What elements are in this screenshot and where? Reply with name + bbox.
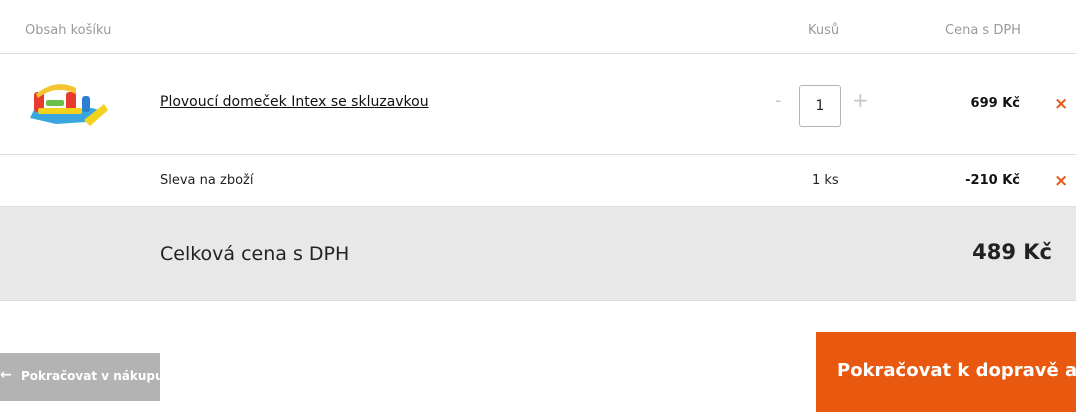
item-price: 699 Kč [970,96,1020,111]
remove-item-icon[interactable]: × [1054,95,1068,113]
discount-name: Sleva na zboží [160,173,254,188]
cart-item-row: Plovoucí domeček Intex se skluzavkou - +… [0,54,1076,155]
header-qty-label: Kusů [808,23,840,38]
increase-qty-button[interactable]: + [852,90,869,110]
remove-discount-icon[interactable]: × [1054,172,1068,190]
decrease-qty-button[interactable]: - [775,91,782,111]
quantity-input[interactable] [799,85,841,127]
total-label: Celková cena s DPH [160,243,350,265]
header-content-label: Obsah košíku [25,23,112,38]
product-name-link[interactable]: Plovoucí domeček Intex se skluzavkou [160,94,429,110]
arrow-left-icon: ← [0,367,12,383]
continue-to-shipping-button[interactable]: Pokračovat k dopravě a p [816,332,1076,412]
product-thumbnail[interactable] [26,78,108,130]
header-price-label: Cena s DPH [945,23,1021,38]
discount-qty: 1 ks [812,173,839,188]
total-price: 489 Kč [972,240,1052,264]
discount-price: -210 Kč [965,173,1020,188]
total-row: Celková cena s DPH 489 Kč [0,207,1076,301]
cart-header: Obsah košíku Kusů Cena s DPH [0,0,1076,54]
cart-page: Obsah košíku Kusů Cena s DPH Plovoucí do… [0,0,1076,413]
continue-to-shipping-label: Pokračovat k dopravě a p [837,360,1076,381]
continue-shopping-label: Pokračovat v nákupu [21,369,164,383]
continue-shopping-button[interactable]: ← Pokračovat v nákupu [0,353,164,401]
discount-row: Sleva na zboží 1 ks -210 Kč × [0,155,1076,207]
